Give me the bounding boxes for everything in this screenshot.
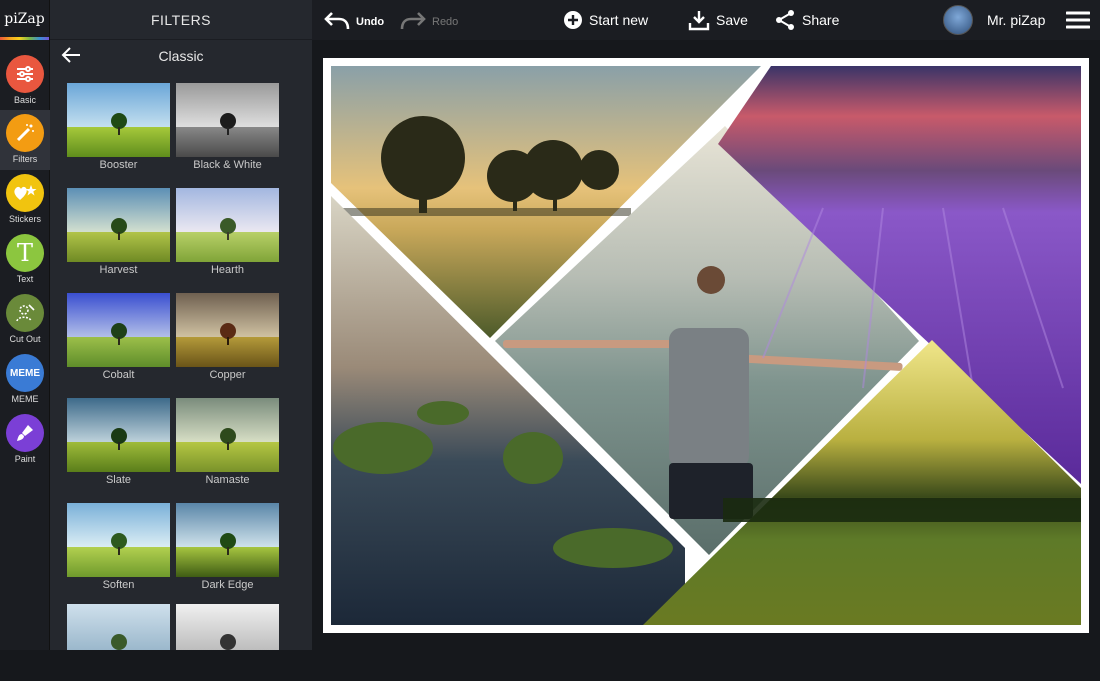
filter-label: Hearth [210,264,245,276]
filter-booster[interactable]: Booster [67,83,170,188]
tool-cutout-label: Cut Out [9,334,41,344]
filter-thumbnail [67,83,170,157]
start-new-label: Start new [589,12,649,28]
plus-circle-icon [564,11,582,29]
user-menu[interactable]: Mr. piZap [943,0,1045,40]
logo-text: piZap [4,10,45,27]
filter-hearth[interactable]: Hearth [176,188,279,293]
user-name: Mr. piZap [987,12,1046,28]
filter-label: Slate [105,474,132,486]
undo-icon [324,12,350,30]
filter-slate[interactable]: Slate [67,398,170,503]
collage-canvas[interactable] [323,58,1089,633]
cutout-person-icon [6,294,44,332]
filter-namaste[interactable]: Namaste [176,398,279,503]
panel-subheader: Classic [50,40,312,72]
share-label: Share [802,12,840,28]
tool-paint[interactable]: Paint [0,410,50,470]
tool-cutout[interactable]: Cut Out [0,290,50,350]
panel-title: FILTERS [50,0,312,40]
filter-label: Cobalt [102,369,135,381]
top-toolbar: Undo Redo Start new Save Share Mr. piZap [312,0,1100,40]
tool-filters-label: Filters [12,154,38,164]
download-icon [688,11,710,31]
save-button[interactable]: Save [688,0,748,40]
hamburger-menu-button[interactable] [1066,0,1096,40]
filter-thumbnail [176,503,279,577]
tool-filters[interactable]: Filters [0,110,50,170]
forest-silhouette [723,498,1081,522]
tool-meme[interactable]: MEME MEME [0,350,50,410]
redo-label: Redo [432,16,459,28]
filter-label [176,650,279,681]
filters-panel: FILTERS Classic Booster Black & White Ha… [50,0,356,650]
tool-stickers[interactable]: Stickers [0,170,50,230]
filter-thumbnail [67,604,170,650]
save-label: Save [716,12,748,28]
undo-button[interactable]: Undo [324,0,384,40]
filter-thumbnail [176,83,279,157]
filter-label: Booster [99,159,138,171]
filter-soften[interactable]: Soften [67,503,170,608]
magic-wand-icon [6,114,44,152]
filter-thumbnail [176,188,279,262]
sliders-icon [6,55,44,93]
meme-icon: MEME [6,354,44,392]
filter-thumb-11[interactable] [67,604,170,681]
filter-thumbnail [67,398,170,472]
filter-thumbnail [67,503,170,577]
paint-brush-icon [6,414,44,452]
redo-button[interactable]: Redo [400,0,458,40]
collage-svg [331,66,1081,625]
filter-harvest[interactable]: Harvest [67,188,170,293]
tool-basic-label: Basic [13,95,36,105]
filter-label [67,650,170,681]
pizap-logo[interactable]: piZap [0,0,49,40]
filter-thumb-12[interactable] [176,604,279,681]
tool-stickers-label: Stickers [8,214,41,224]
redo-icon [400,12,426,30]
tool-rail: piZap Basic Filters Stickers T Text Cut … [0,0,50,650]
filter-black-white[interactable]: Black & White [176,83,279,188]
start-new-button[interactable]: Start new [563,0,648,40]
tool-text-label: Text [16,274,34,284]
filter-label: Namaste [205,474,250,486]
heart-star-icon [6,174,44,212]
tool-text[interactable]: T Text [0,230,50,290]
text-t-icon: T [6,234,44,272]
category-title: Classic [158,48,204,64]
filter-dark-edge[interactable]: Dark Edge [176,503,279,608]
filter-thumbnail [67,188,170,262]
filter-copper[interactable]: Copper [176,293,279,398]
filter-label: Copper [209,369,246,381]
share-button[interactable]: Share [774,0,839,40]
tool-paint-label: Paint [14,454,36,464]
avatar [943,5,973,35]
tool-meme-label: MEME [11,394,39,404]
tool-basic[interactable]: Basic [0,50,50,110]
filter-thumbnail [176,293,279,367]
hamburger-icon [1066,11,1090,29]
filter-thumbnail [176,398,279,472]
filter-label: Black & White [193,159,262,171]
share-icon [776,10,794,30]
undo-label: Undo [356,16,385,28]
filter-thumbnail [176,604,279,650]
filter-label: Harvest [99,264,138,276]
back-arrow-icon[interactable] [60,44,82,66]
filter-thumbnail [67,293,170,367]
filter-cobalt[interactable]: Cobalt [67,293,170,398]
